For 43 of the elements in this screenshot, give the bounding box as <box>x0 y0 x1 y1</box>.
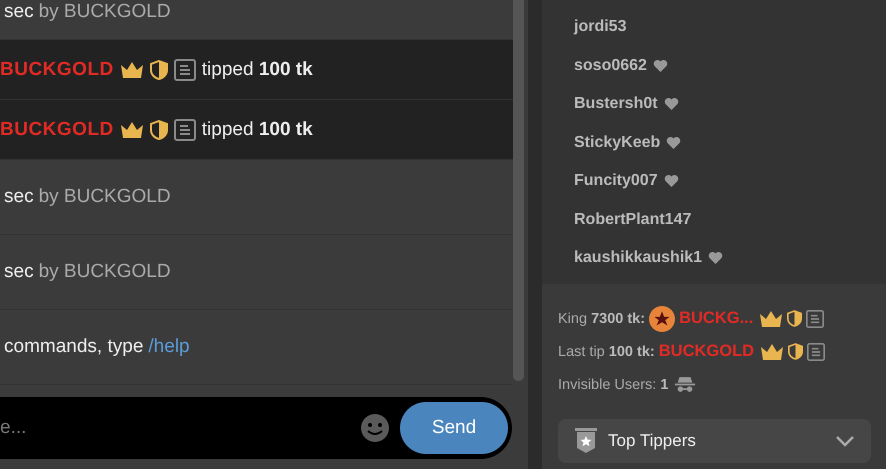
help-link[interactable]: /help <box>148 336 190 358</box>
send-button[interactable]: Send <box>400 402 508 454</box>
message-input[interactable]: e... <box>0 417 360 439</box>
user-name[interactable]: jordi53 <box>574 18 626 36</box>
tip-text: tipped 100 tk <box>202 58 313 80</box>
message-text: sec <box>4 186 34 208</box>
last-tip-label: Last tip 100 tk: <box>558 344 655 360</box>
star-badge-icon <box>574 428 598 454</box>
username[interactable]: BUCKGOLD <box>0 58 114 80</box>
message-text: sec <box>4 261 34 283</box>
user-name[interactable]: RobertPlant147 <box>574 210 692 229</box>
invisible-users-label: Invisible Users: 1 <box>558 376 668 392</box>
document-icon <box>807 342 826 360</box>
top-tippers-dropdown[interactable]: Top Tippers <box>558 419 871 463</box>
message-author: by BUCKGOLD <box>38 261 171 283</box>
crown-icon <box>759 310 784 328</box>
user-name[interactable]: soso0662 <box>574 56 647 75</box>
document-icon <box>174 118 196 140</box>
crown-icon <box>760 342 784 360</box>
shield-icon <box>150 60 168 80</box>
user-name[interactable]: StickyKeeb <box>574 134 660 152</box>
user-name[interactable]: kaushikkaushik1 <box>574 249 702 268</box>
shield-icon <box>150 120 168 140</box>
document-icon <box>806 310 824 328</box>
shield-icon <box>788 343 804 360</box>
user-name[interactable]: Funcity007 <box>574 172 658 190</box>
tip-text: tipped 100 tk <box>202 118 313 140</box>
chevron-icon <box>835 435 855 447</box>
star-avatar-icon <box>649 306 676 332</box>
message-author: by BUCKGOLD <box>38 2 171 22</box>
spy-icon <box>674 376 696 393</box>
document-icon <box>174 58 196 80</box>
crown-icon <box>120 120 144 138</box>
smiley-icon[interactable] <box>360 413 390 443</box>
scrollbar[interactable] <box>513 0 524 381</box>
notice-text: commands, type <box>4 336 144 358</box>
crown-icon <box>120 60 144 78</box>
king-label: King 7300 tk: <box>558 310 646 326</box>
message-text: sec <box>4 2 34 22</box>
username[interactable]: BUCKGOLD <box>0 118 114 140</box>
message-author: by BUCKGOLD <box>38 186 171 208</box>
shield-icon <box>787 310 802 327</box>
user-name[interactable]: Bustersh0t <box>574 95 658 114</box>
